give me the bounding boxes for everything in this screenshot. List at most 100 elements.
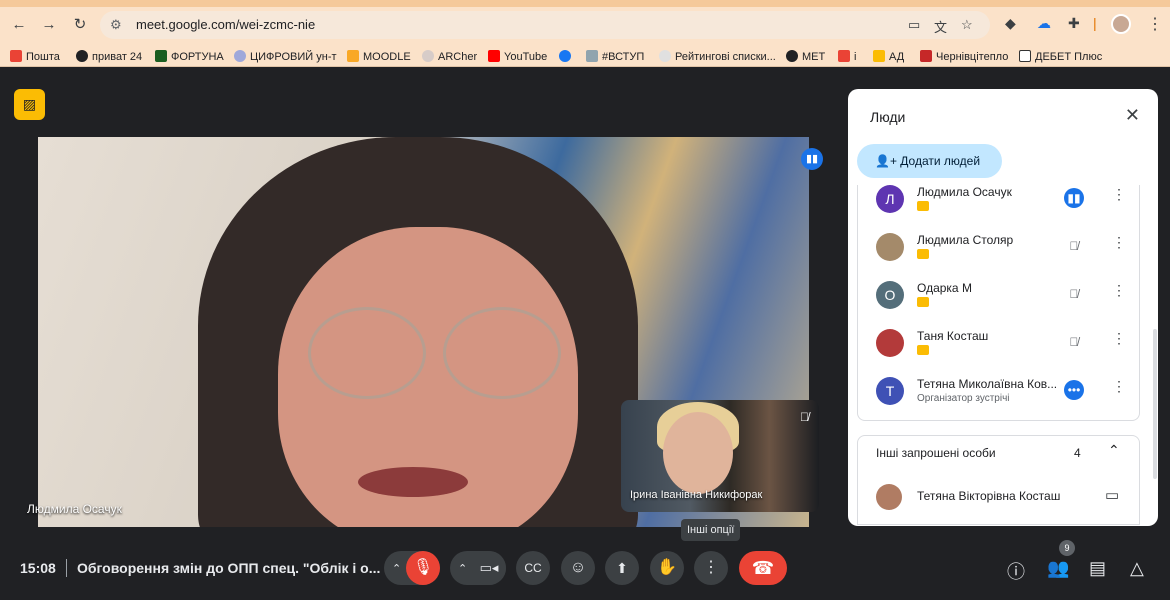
avatar	[876, 484, 902, 510]
forward-icon[interactable]: →	[39, 15, 59, 35]
profile-avatar[interactable]	[1111, 14, 1131, 34]
panel-title: Люди	[870, 109, 906, 125]
browser-menu-icon[interactable]: ⋮	[1147, 14, 1163, 34]
bookmark-item[interactable]: ДЕБЕТ Плюс	[1019, 50, 1102, 63]
bookmark-item[interactable]: YouTube	[488, 50, 547, 63]
participant-row[interactable]: О Одарка М 🎙̸ ⋮	[858, 276, 1141, 324]
participant-more-icon[interactable]: ⋮	[1112, 234, 1126, 251]
mic-off-icon: 🎙̸	[1069, 335, 1079, 349]
extension-drop-icon[interactable]: ◆	[1005, 15, 1016, 32]
bookmark-item[interactable]: #ВСТУП	[586, 50, 644, 63]
speaking-icon: ▮▮	[1064, 188, 1084, 208]
back-icon[interactable]: ←	[9, 15, 29, 35]
avatar: Т	[876, 377, 904, 405]
avatar	[876, 233, 904, 261]
reactions-button[interactable]: ☺	[561, 551, 595, 585]
separator-icon: |	[1093, 15, 1097, 31]
leave-call-button[interactable]: ☎	[739, 551, 787, 585]
call-controls-bar: 15:08 Обговорення змін до ОПП спец. "Обл…	[0, 540, 1170, 600]
camera-icon[interactable]: ▭	[908, 17, 920, 33]
address-bar[interactable]: ⚙ meet.google.com/wei-zcmc-nie ▭ 文 ☆	[100, 11, 990, 39]
badge-icon	[917, 345, 929, 355]
chevron-up-icon[interactable]: ⌃	[1108, 442, 1120, 459]
bookmark-item[interactable]: ЦИФРОВИЙ ун-т	[234, 50, 337, 63]
bookmark-item[interactable]: і	[838, 50, 856, 63]
add-people-button[interactable]: 👤+ Додати людей	[857, 144, 1002, 178]
hand-icon: ✋	[657, 559, 677, 576]
panel-scrollbar[interactable]	[1153, 329, 1157, 479]
avatar: Л	[876, 185, 904, 213]
self-view-tile[interactable]: 🎙̸ Ірина Іванівна Никифорак	[621, 400, 819, 512]
participant-row[interactable]: Таня Косташ 🎙̸ ⋮	[858, 324, 1141, 372]
bookmark-item[interactable]: МЕТ	[786, 50, 825, 63]
more-options-button[interactable]: ⋮	[694, 551, 728, 585]
people-icon[interactable]: 👥	[1047, 558, 1069, 579]
self-view-name: Ірина Іванівна Никифорак	[630, 489, 763, 501]
message-icon[interactable]: ▭	[1105, 486, 1119, 504]
browser-toolbar: ← → ↻ ⚙ meet.google.com/wei-zcmc-nie ▭ 文…	[0, 0, 1170, 48]
camera-toggle-button[interactable]: ▭◂	[472, 551, 506, 585]
participant-more-icon[interactable]: ⋮	[1112, 330, 1126, 347]
video-camera-icon: ▭◂	[479, 560, 499, 575]
bookmark-item[interactable]: АД	[873, 50, 904, 63]
mic-off-icon: 🎙̸	[800, 410, 809, 424]
participant-more-icon[interactable]: ⋮	[1112, 186, 1126, 203]
participant-row[interactable]: Людмила Столяр 🎙̸ ⋮	[858, 228, 1141, 276]
bookmark-item[interactable]: ФОРТУНА	[155, 50, 224, 63]
person-add-icon: 👤+	[875, 154, 901, 168]
audio-options-chevron-icon[interactable]: ⌃	[392, 563, 401, 575]
badge-icon	[917, 297, 929, 307]
participant-row[interactable]: Т Тетяна Миколаївна Ков... Організатор з…	[858, 372, 1141, 420]
bookmark-item[interactable]: MOODLE	[347, 50, 411, 63]
bookmark-item[interactable]: Пошта	[10, 50, 60, 63]
site-info-icon[interactable]: ⚙	[110, 17, 122, 33]
url-text: meet.google.com/wei-zcmc-nie	[136, 17, 316, 32]
badge-icon	[917, 201, 929, 211]
host-label: Організатор зустрічі	[917, 393, 1010, 404]
participant-more-icon[interactable]: ⋮	[1112, 282, 1126, 299]
invited-count: 4	[1074, 446, 1081, 460]
emoji-icon: ☺	[569, 559, 587, 576]
bookmark-star-icon[interactable]: ☆	[961, 17, 973, 33]
captions-button[interactable]: CC	[516, 551, 550, 585]
bookmark-item[interactable]: приват 24	[76, 50, 142, 63]
bookmarks-bar: Пошта приват 24 ФОРТУНА ЦИФРОВИЙ ун-т MO…	[0, 48, 1170, 67]
bookmark-item[interactable]: Чернівцітепло	[920, 50, 1008, 63]
participant-count-badge: 9	[1059, 540, 1075, 556]
chat-icon[interactable]: ▤	[1089, 558, 1106, 579]
invited-section: Інші запрошені особи 4 ⌃ Тетяна Вікторів…	[857, 435, 1140, 525]
meeting-clock: 15:08	[20, 560, 56, 576]
invited-heading[interactable]: Інші запрошені особи	[876, 446, 996, 460]
participant-more-icon[interactable]: ⋮	[1112, 378, 1126, 395]
close-icon[interactable]: ✕	[1125, 105, 1140, 126]
hang-up-icon: ☎	[751, 558, 775, 578]
bookmark-item[interactable]: ARCher	[422, 50, 477, 63]
tab-strip	[0, 0, 1170, 7]
activities-icon[interactable]: △	[1130, 558, 1144, 579]
captions-icon: CC	[524, 561, 542, 575]
speaking-indicator-icon: ▮▮	[801, 148, 823, 170]
facebook-icon[interactable]	[559, 50, 575, 63]
reload-icon[interactable]: ↻	[70, 15, 90, 35]
more-horiz-icon: •••	[1064, 380, 1084, 400]
badge-icon	[917, 249, 929, 259]
meeting-info-icon[interactable]: ⓘ	[1007, 558, 1025, 584]
more-vert-icon: ⋮	[703, 559, 719, 576]
mic-off-icon: 🎙	[412, 559, 434, 576]
camera-off-badge-icon: ▨	[14, 89, 45, 120]
bookmark-item[interactable]: Рейтингові списки...	[659, 50, 776, 63]
participant-row[interactable]: Л Людмила Осачук ▮▮ ⋮	[858, 180, 1141, 228]
more-options-tooltip: Інші опції	[681, 519, 741, 541]
participant-list: Л Людмила Осачук ▮▮ ⋮ Людмила Столяр 🎙̸ …	[857, 185, 1140, 421]
main-speaker-name: Людмила Осачук	[27, 502, 122, 516]
present-button[interactable]: ⬆	[605, 551, 639, 585]
raise-hand-button[interactable]: ✋	[650, 551, 684, 585]
people-panel: Люди ✕ 👤+ Додати людей Л Людмила Осачук …	[848, 89, 1158, 526]
video-options-chevron-icon[interactable]: ⌃	[458, 563, 467, 575]
extensions-puzzle-icon[interactable]: ✚	[1068, 15, 1080, 32]
avatar: О	[876, 281, 904, 309]
translate-icon[interactable]: 文	[934, 17, 947, 36]
meeting-title: Обговорення змін до ОПП спец. "Облік і о…	[77, 560, 381, 576]
extension-cloud-icon[interactable]: ☁	[1037, 15, 1051, 32]
mic-toggle-button[interactable]: 🎙	[406, 551, 440, 585]
